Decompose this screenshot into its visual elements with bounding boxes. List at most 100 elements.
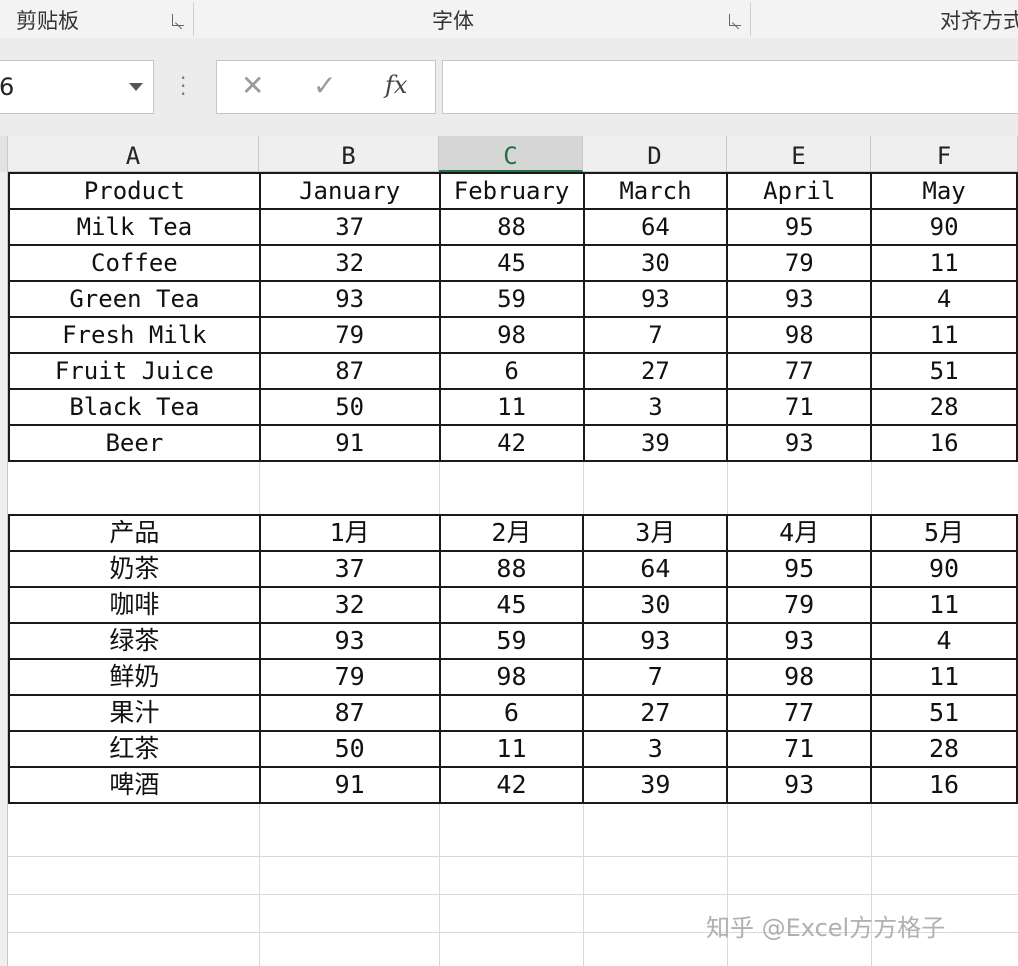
- column-header-c[interactable]: C: [439, 136, 583, 172]
- cell[interactable]: 4: [870, 280, 1018, 318]
- chevron-down-icon[interactable]: [129, 83, 143, 91]
- cell[interactable]: 4: [870, 622, 1018, 660]
- cell[interactable]: 3: [582, 388, 729, 426]
- header-cell[interactable]: 4月: [726, 514, 873, 552]
- cell[interactable]: 93: [582, 280, 729, 318]
- cell[interactable]: 59: [438, 280, 585, 318]
- header-cell[interactable]: March: [582, 172, 729, 210]
- header-cell[interactable]: 2月: [438, 514, 585, 552]
- cell[interactable]: 51: [870, 694, 1018, 732]
- cell[interactable]: 98: [726, 316, 873, 354]
- cell[interactable]: 88: [438, 208, 585, 246]
- cell[interactable]: 98: [726, 658, 873, 696]
- cell[interactable]: 7: [582, 316, 729, 354]
- cell[interactable]: 64: [582, 208, 729, 246]
- column-header-b[interactable]: B: [259, 136, 439, 172]
- cell[interactable]: 42: [438, 766, 585, 804]
- font-launcher-icon[interactable]: [729, 14, 741, 26]
- cell[interactable]: 79: [726, 586, 873, 624]
- cell[interactable]: 6: [438, 694, 585, 732]
- cell[interactable]: 6: [438, 352, 585, 390]
- cell[interactable]: 28: [870, 730, 1018, 768]
- insert-function-icon[interactable]: fx: [385, 71, 407, 99]
- cell[interactable]: 16: [870, 766, 1018, 804]
- cell[interactable]: 27: [582, 352, 729, 390]
- cell[interactable]: 32: [258, 244, 441, 282]
- cell[interactable]: 95: [726, 550, 873, 588]
- cell[interactable]: 77: [726, 694, 873, 732]
- cell[interactable]: 3: [582, 730, 729, 768]
- cell[interactable]: 71: [726, 730, 873, 768]
- cell[interactable]: 93: [726, 766, 873, 804]
- cell[interactable]: 30: [582, 244, 729, 282]
- cell[interactable]: 79: [726, 244, 873, 282]
- cell[interactable]: 93: [258, 622, 441, 660]
- cell[interactable]: 45: [438, 244, 585, 282]
- cell[interactable]: Fresh Milk: [8, 316, 261, 354]
- enter-icon[interactable]: ✓: [313, 69, 336, 102]
- cell[interactable]: 39: [582, 766, 729, 804]
- cell[interactable]: Black Tea: [8, 388, 261, 426]
- cell[interactable]: 11: [870, 316, 1018, 354]
- cell[interactable]: 28: [870, 388, 1018, 426]
- cell[interactable]: 37: [258, 550, 441, 588]
- cell[interactable]: Beer: [8, 424, 261, 462]
- cell[interactable]: 93: [582, 622, 729, 660]
- cell[interactable]: 11: [870, 244, 1018, 282]
- cell[interactable]: 果汁: [8, 694, 261, 732]
- cell[interactable]: 79: [258, 316, 441, 354]
- header-cell[interactable]: 5月: [870, 514, 1018, 552]
- cell[interactable]: 93: [258, 280, 441, 318]
- column-header-e[interactable]: E: [727, 136, 871, 172]
- cell[interactable]: 39: [582, 424, 729, 462]
- cell[interactable]: 64: [582, 550, 729, 588]
- cell[interactable]: 11: [870, 586, 1018, 624]
- formula-bar-resize-handle[interactable]: · · ·: [180, 68, 186, 104]
- cell[interactable]: 93: [726, 424, 873, 462]
- cell[interactable]: Fruit Juice: [8, 352, 261, 390]
- cell[interactable]: Coffee: [8, 244, 261, 282]
- cell[interactable]: 37: [258, 208, 441, 246]
- cell[interactable]: 90: [870, 550, 1018, 588]
- cell[interactable]: Green Tea: [8, 280, 261, 318]
- cell[interactable]: 93: [726, 280, 873, 318]
- cell[interactable]: 45: [438, 586, 585, 624]
- cell[interactable]: 98: [438, 658, 585, 696]
- cell[interactable]: 71: [726, 388, 873, 426]
- cell[interactable]: Milk Tea: [8, 208, 261, 246]
- formula-input[interactable]: [442, 60, 1018, 114]
- column-header-a[interactable]: A: [8, 136, 259, 172]
- cell[interactable]: 93: [726, 622, 873, 660]
- cell[interactable]: 27: [582, 694, 729, 732]
- cell[interactable]: 91: [258, 766, 441, 804]
- header-cell[interactable]: January: [258, 172, 441, 210]
- select-all-corner[interactable]: [0, 136, 8, 172]
- cell[interactable]: 奶茶: [8, 550, 261, 588]
- cell[interactable]: 50: [258, 730, 441, 768]
- cell[interactable]: 51: [870, 352, 1018, 390]
- cell[interactable]: 绿茶: [8, 622, 261, 660]
- cell[interactable]: 59: [438, 622, 585, 660]
- header-cell[interactable]: 3月: [582, 514, 729, 552]
- header-cell[interactable]: Product: [8, 172, 261, 210]
- column-header-f[interactable]: F: [871, 136, 1018, 172]
- cell[interactable]: 7: [582, 658, 729, 696]
- clipboard-launcher-icon[interactable]: [172, 14, 184, 26]
- cell[interactable]: 87: [258, 694, 441, 732]
- row-header-strip[interactable]: [0, 172, 8, 966]
- header-cell[interactable]: May: [870, 172, 1018, 210]
- cell[interactable]: 77: [726, 352, 873, 390]
- cell[interactable]: 87: [258, 352, 441, 390]
- cell[interactable]: 16: [870, 424, 1018, 462]
- cell[interactable]: 11: [870, 658, 1018, 696]
- cell[interactable]: 32: [258, 586, 441, 624]
- column-header-d[interactable]: D: [583, 136, 727, 172]
- cell[interactable]: 咖啡: [8, 586, 261, 624]
- cell[interactable]: 91: [258, 424, 441, 462]
- cancel-icon[interactable]: ✕: [241, 69, 264, 102]
- header-cell[interactable]: 产品: [8, 514, 261, 552]
- cell[interactable]: 88: [438, 550, 585, 588]
- name-box[interactable]: 6: [0, 60, 154, 114]
- cell[interactable]: 98: [438, 316, 585, 354]
- header-cell[interactable]: 1月: [258, 514, 441, 552]
